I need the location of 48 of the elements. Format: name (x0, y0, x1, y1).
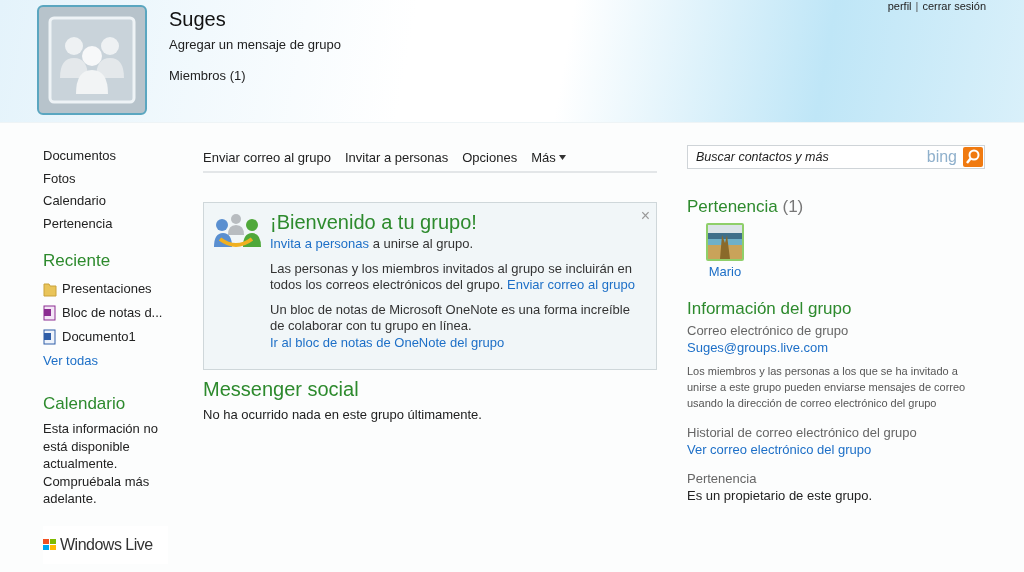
sidebar-item[interactable]: Pertenencia (43, 212, 168, 235)
text-link[interactable]: Invita a personas (270, 236, 369, 251)
welcome-title: ¡Bienvenido a tu grupo! (270, 211, 477, 234)
bing-logo: bing (926, 148, 957, 166)
group-icon (37, 5, 147, 115)
info-link[interactable]: Ver correo electrónico del grupo (687, 442, 985, 457)
sidebar-item[interactable]: Documentos (43, 145, 168, 168)
search-icon[interactable] (963, 147, 983, 167)
info-label: Historial de correo electrónico del grupo (687, 425, 918, 440)
info-label: Pertenencia (687, 471, 758, 486)
sidebar-item[interactable]: Calendario (43, 190, 168, 213)
toolbar-link[interactable]: Más (531, 150, 566, 165)
member-count: (1) (782, 197, 804, 216)
toolbar-link[interactable]: Enviar correo al grupo (203, 150, 331, 165)
toolbar-link[interactable]: Invitar a personas (344, 150, 449, 165)
info-note: Los miembros y las personas a los que se ha invitado a unirse a este grupo pueden enviarse mensajes de correo usando la dirección de correo electrónico del grupo (687, 364, 967, 411)
recent-item[interactable]: Bloc de notas d... (43, 301, 168, 325)
toolbar-link[interactable]: Opciones (462, 150, 518, 165)
info-link[interactable]: Suges@groups.live.com (687, 340, 985, 355)
profile-link[interactable]: perfil (887, 0, 912, 12)
section-heading: Información del grupo (687, 299, 853, 319)
link-separator: | (915, 0, 919, 12)
section-heading: Pertenencia (687, 197, 778, 216)
text-link[interactable]: Enviar correo al grupo (507, 277, 635, 292)
folder-icon (43, 281, 57, 297)
search-input[interactable]: Buscar contactos y más (696, 150, 927, 164)
sidebar-item[interactable]: Fotos (43, 167, 168, 190)
info-label: Correo electrónico de grupo (687, 323, 850, 338)
info-value: Es un propietario de este grupo. (687, 488, 873, 503)
section-heading: Calendario (43, 394, 127, 414)
text-link[interactable]: Ir al bloc de notas de OneNote del grupo (270, 334, 505, 350)
welcome-text: Un bloc de notas de Microsoft OneNote es una forma increíble de colaborar con tu grupo en línea. Ir al bloc de notas de OneNote del grupo (270, 301, 631, 351)
member-name-link[interactable]: Mario (708, 264, 742, 279)
social-message: No ha ocurrido nada en este grupo últimamente. (203, 407, 483, 422)
recent-item[interactable]: Documento1 (43, 325, 168, 349)
group-message-link[interactable]: Agregar un mensaje de grupo (169, 37, 341, 52)
section-heading: Reciente (43, 251, 112, 271)
section-heading: Messenger social (203, 378, 360, 401)
notebook-icon (43, 305, 57, 321)
recent-item[interactable]: Presentaciones (43, 277, 168, 301)
welcome-text: Invita a personas a unirse al grupo. (270, 236, 475, 253)
document-icon (43, 329, 57, 345)
sign-out-link[interactable]: cerrar sesión (922, 0, 986, 12)
welcome-text: Las personas y los miembros invitados al grupo se incluirán en todos los correos electrónicos del grupo. Enviar correo al grupo (270, 260, 636, 294)
members-link[interactable]: Miembros (1) (169, 68, 341, 83)
group-title: Suges (169, 8, 227, 31)
calendar-message: Esta información no está disponible actualmente. Compruébala más adelante. (43, 420, 159, 508)
see-all-link[interactable]: Ver todas (43, 353, 168, 368)
